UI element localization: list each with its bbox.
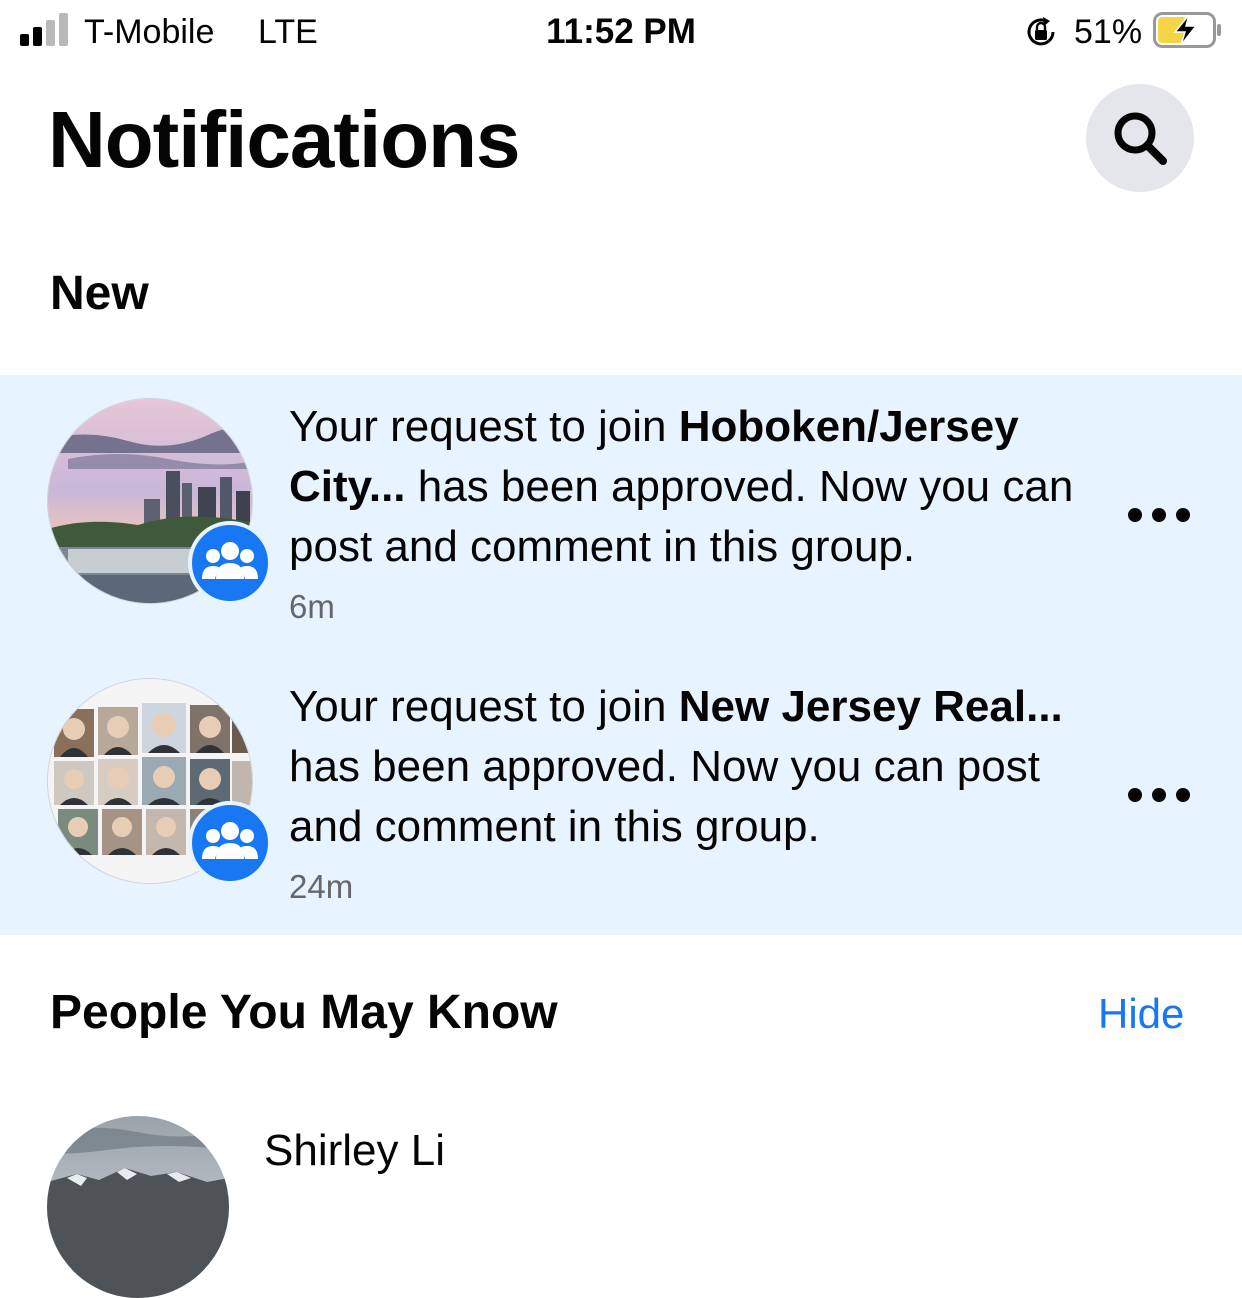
more-options-button[interactable] — [1122, 773, 1196, 817]
notification-time: 24m — [289, 868, 354, 905]
search-icon — [1114, 112, 1167, 165]
group-icon — [202, 542, 258, 579]
notification-time: 6m — [289, 588, 335, 625]
notification-text: Your request to join Hoboken/Jersey City… — [289, 402, 1074, 571]
more-options-icon — [1128, 788, 1142, 802]
person-avatar[interactable] — [47, 1116, 229, 1298]
person-name[interactable]: Shirley Li — [264, 1124, 445, 1178]
section-heading-people-you-may-know: People You May Know — [50, 986, 558, 1039]
battery-charging-icon — [1153, 12, 1221, 48]
section-heading-new: New — [50, 267, 149, 320]
notification-item[interactable]: Your request to join New Jersey Real... … — [0, 655, 1242, 935]
group-badge — [188, 521, 272, 605]
group-name: New Jersey Real... — [678, 682, 1063, 731]
battery-percent: 51% — [1074, 13, 1143, 51]
search-button[interactable] — [1086, 84, 1194, 192]
status-bar: T-Mobile LTE 11:52 PM 51% — [0, 0, 1242, 66]
hide-button[interactable]: Hide — [1098, 988, 1184, 1040]
notification-text: Your request to join New Jersey Real... … — [289, 682, 1063, 851]
more-options-icon — [1128, 508, 1142, 522]
notification-item[interactable]: Your request to join Hoboken/Jersey City… — [0, 375, 1242, 655]
rotation-lock-icon — [1027, 17, 1055, 46]
more-options-button[interactable] — [1122, 493, 1196, 537]
group-badge — [188, 801, 272, 885]
page-title: Notifications — [48, 95, 520, 184]
group-icon — [202, 822, 258, 859]
